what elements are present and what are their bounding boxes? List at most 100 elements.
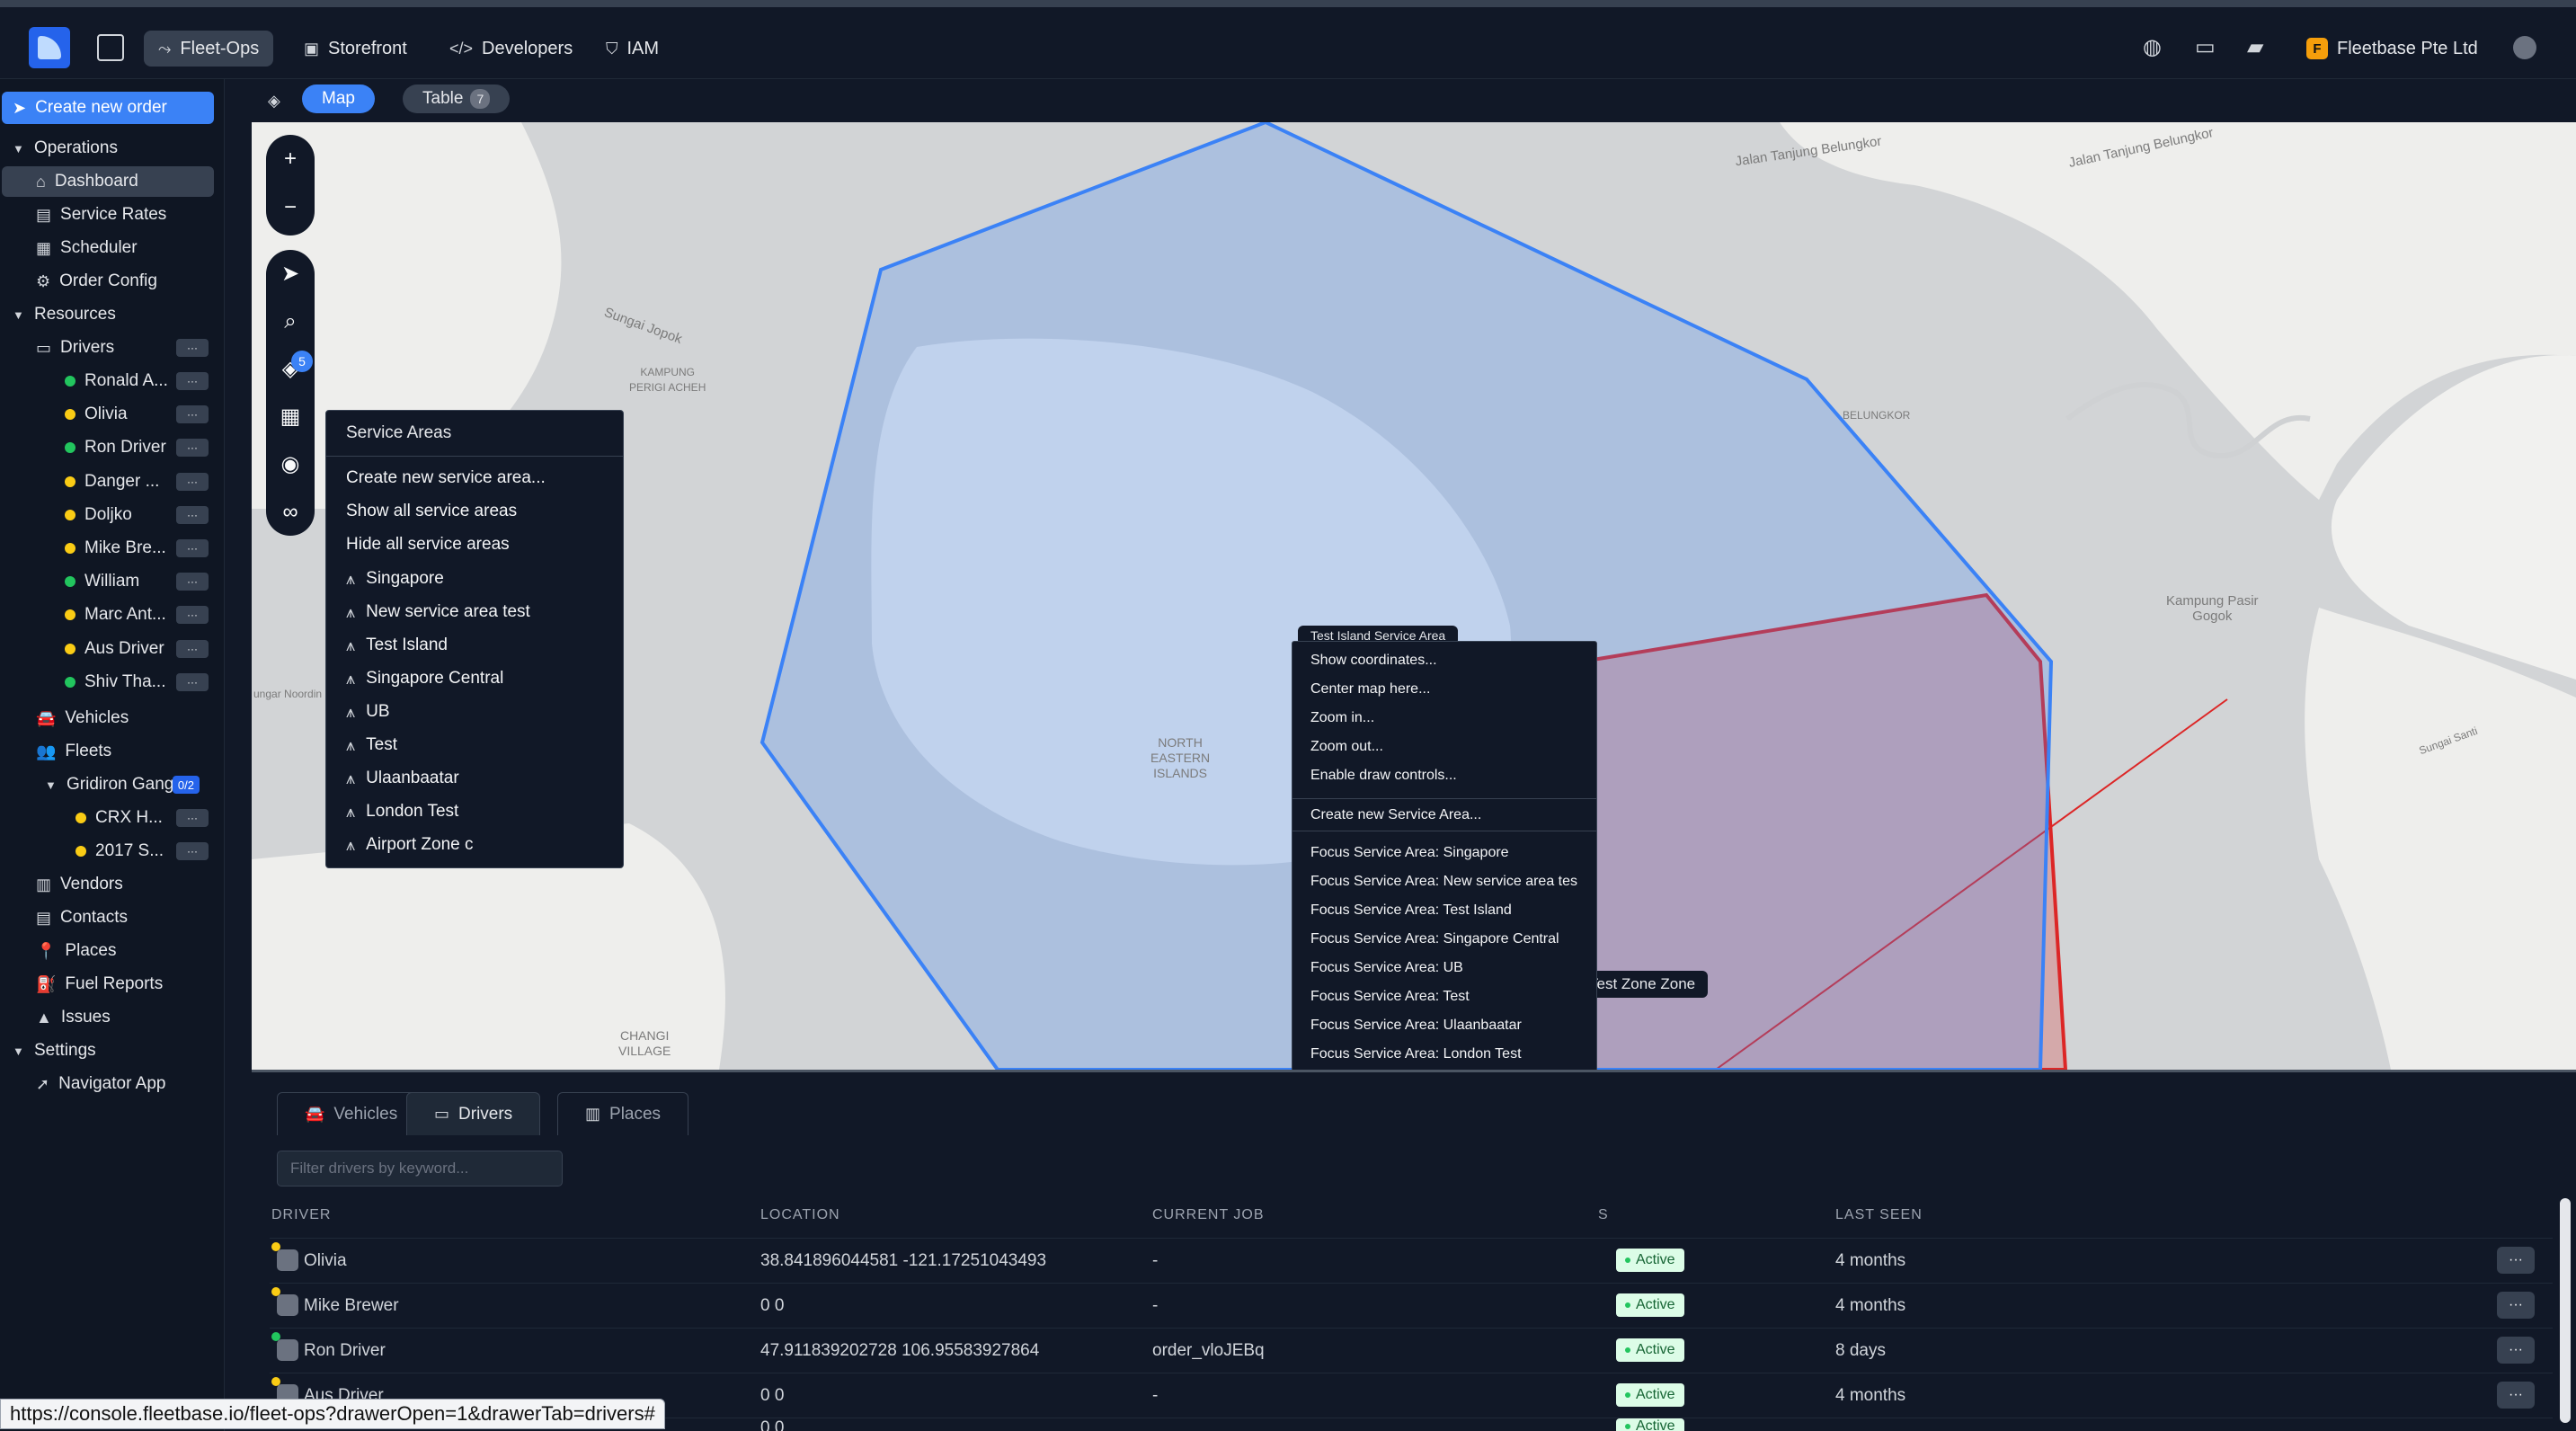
row-actions-button[interactable]: ··· [2497,1247,2535,1274]
map-view-button[interactable]: Map [302,84,375,113]
table-scrollbar[interactable] [2560,1198,2571,1423]
focus-service-area-item[interactable]: Focus Service Area: Test Island [1310,902,1512,919]
sidebar-item-vehicles[interactable]: 🚘 Vehicles [0,703,216,733]
sidebar-item-vendors[interactable]: ▥ Vendors [0,869,216,900]
service-area-item[interactable]: ⩚ Ulaanbaatar [346,769,459,788]
service-area-item[interactable]: ⩚ Test [346,735,397,755]
service-area-item[interactable]: ⩚ Test Island [346,636,448,655]
sidebar-item-order-config[interactable]: ⚙ Order Config [0,266,216,297]
table-row[interactable]: Mike Brewer 0 0 - Active 4 months ··· [270,1283,2553,1328]
context-menu-item[interactable]: Zoom out... [1310,739,1383,755]
more-button[interactable]: ··· [176,339,209,357]
sidebar-driver-item[interactable]: Olivia ··· [0,399,216,430]
sidebar-item-drivers[interactable]: ▭ Drivers ··· [0,333,216,363]
current-job-cell[interactable]: - [1152,1251,1158,1271]
sidebar-section-operations[interactable]: ▼ Operations [0,133,216,164]
sidebar-item-places[interactable]: 📍 Places [0,936,216,966]
sidebar-item-contacts[interactable]: ▤ Contacts [0,902,216,933]
send-icon[interactable]: ➤ [266,250,315,298]
layers-icon[interactable]: ◈ [268,92,280,111]
sidebar-item-fuel-reports[interactable]: ⛽ Fuel Reports [0,969,216,1000]
user-avatar[interactable] [2513,36,2536,59]
sidebar-item-fleets[interactable]: 👥 Fleets [0,736,216,767]
tab-vehicles[interactable]: 🚘 Vehicles [277,1092,426,1135]
zoom-in-icon[interactable]: + [266,135,315,183]
more-button[interactable]: ··· [176,842,209,860]
table-view-button[interactable]: Table 7 [403,84,511,113]
more-button[interactable]: ··· [176,606,209,625]
show-all-service-areas-item[interactable]: Show all service areas [346,502,517,521]
driver-filter-input[interactable] [277,1151,563,1187]
create-service-area-item[interactable]: Create new Service Area... [1310,807,1481,823]
focus-service-area-item[interactable]: Focus Service Area: Singapore [1310,845,1509,861]
nav-iam[interactable]: ⛉ IAM [591,31,673,67]
context-menu-item[interactable]: Show coordinates... [1310,653,1437,669]
context-menu-item[interactable]: Enable draw controls... [1310,768,1457,784]
service-area-item[interactable]: ⩚ Airport Zone c [346,835,473,855]
chat-icon[interactable]: ▰ [2247,34,2263,60]
sidebar-driver-item[interactable]: Doljko ··· [0,500,216,530]
sidebar-item-scheduler[interactable]: ▦ Scheduler [0,233,216,263]
tab-drivers[interactable]: ▭ Drivers [406,1092,541,1135]
service-area-item[interactable]: ⩚ Singapore Central [346,669,503,689]
more-button[interactable]: ··· [176,505,209,524]
sidebar-item-fleet-gridiron-gang[interactable]: ▼ Gridiron Gang 0/2 [0,769,216,800]
hide-all-service-areas-item[interactable]: Hide all service areas [346,535,510,555]
column-header-driver[interactable]: DRIVER [271,1207,331,1223]
sidebar-driver-item[interactable]: Danger ... ··· [0,467,216,497]
row-actions-button[interactable]: ··· [2497,1292,2535,1319]
focus-service-area-item[interactable]: Focus Service Area: London Test [1310,1046,1522,1062]
row-actions-button[interactable]: ··· [2497,1382,2535,1409]
search-icon[interactable]: ⌕ [266,298,315,345]
sidebar-item-issues[interactable]: ▲ Issues [0,1002,216,1033]
sidebar-toggle-icon[interactable] [97,34,124,61]
globe-icon[interactable]: ◍ [2143,34,2162,60]
current-job-cell[interactable]: - [1152,1296,1158,1316]
column-header-last-seen[interactable]: LAST SEEN [1835,1207,1923,1223]
driver-name-cell[interactable]: Olivia [304,1251,347,1271]
focus-service-area-item[interactable]: Focus Service Area: New service area tes [1310,874,1577,890]
sidebar-section-settings[interactable]: ▼ Settings [0,1035,216,1066]
nav-storefront[interactable]: ▣ Storefront [289,31,422,67]
column-header-status[interactable]: S [1598,1207,1609,1223]
more-button[interactable]: ··· [176,672,209,691]
create-service-area-item[interactable]: Create new service area... [346,468,546,488]
sidebar-driver-item[interactable]: Marc Ant... ··· [0,600,216,630]
create-order-button[interactable]: ➤ Create new order [2,92,214,124]
more-button[interactable]: ··· [176,439,209,458]
layers-icon[interactable]: ◈ 5 [266,345,315,393]
current-job-cell[interactable]: - [1152,1386,1158,1406]
sidebar-driver-item[interactable]: Mike Bre... ··· [0,533,216,564]
column-header-location[interactable]: LOCATION [760,1207,840,1223]
context-menu-item[interactable]: Zoom in... [1310,710,1374,726]
more-button[interactable]: ··· [176,639,209,658]
more-button[interactable]: ··· [176,573,209,591]
inbox-icon[interactable]: ▭ [2195,34,2216,60]
more-button[interactable]: ··· [176,405,209,424]
sidebar-driver-item[interactable]: Aus Driver ··· [0,634,216,664]
fleetbase-logo[interactable] [29,27,70,68]
tab-places[interactable]: ▥ Places [557,1092,689,1135]
eye-icon[interactable]: ◉ [266,440,315,488]
focus-service-area-item[interactable]: Focus Service Area: Test [1310,989,1470,1005]
sidebar-driver-item[interactable]: William ··· [0,566,216,597]
more-button[interactable]: ··· [176,539,209,557]
sidebar-fleet-vehicle-item[interactable]: 2017 S... ··· [0,836,216,867]
more-button[interactable]: ··· [176,372,209,390]
sidebar-section-resources[interactable]: ▼ Resources [0,299,216,330]
focus-service-area-item[interactable]: Focus Service Area: UB [1310,960,1463,976]
service-area-item[interactable]: ⩚ UB [346,702,390,722]
driver-name-cell[interactable]: Ron Driver [304,1341,386,1361]
sidebar-driver-item[interactable]: Shiv Tha... ··· [0,667,216,698]
zoom-out-icon[interactable]: − [266,183,315,232]
row-actions-button[interactable]: ··· [2497,1337,2535,1364]
column-header-current-job[interactable]: CURRENT JOB [1152,1207,1265,1223]
driver-name-cell[interactable]: Mike Brewer [304,1296,399,1316]
table-row[interactable]: Olivia 38.841896044581 -121.17251043493 … [270,1238,2553,1283]
map-icon[interactable]: ▦ [266,393,315,440]
table-row[interactable]: Ron Driver 47.911839202728 106.955839278… [270,1328,2553,1373]
sidebar-item-dashboard[interactable]: ⌂ Dashboard [2,166,214,197]
current-job-cell[interactable]: order_vloJEBq [1152,1341,1265,1361]
sidebar-driver-item[interactable]: Ronald A... ··· [0,366,216,396]
service-area-item[interactable]: ⩚ New service area test [346,602,530,622]
